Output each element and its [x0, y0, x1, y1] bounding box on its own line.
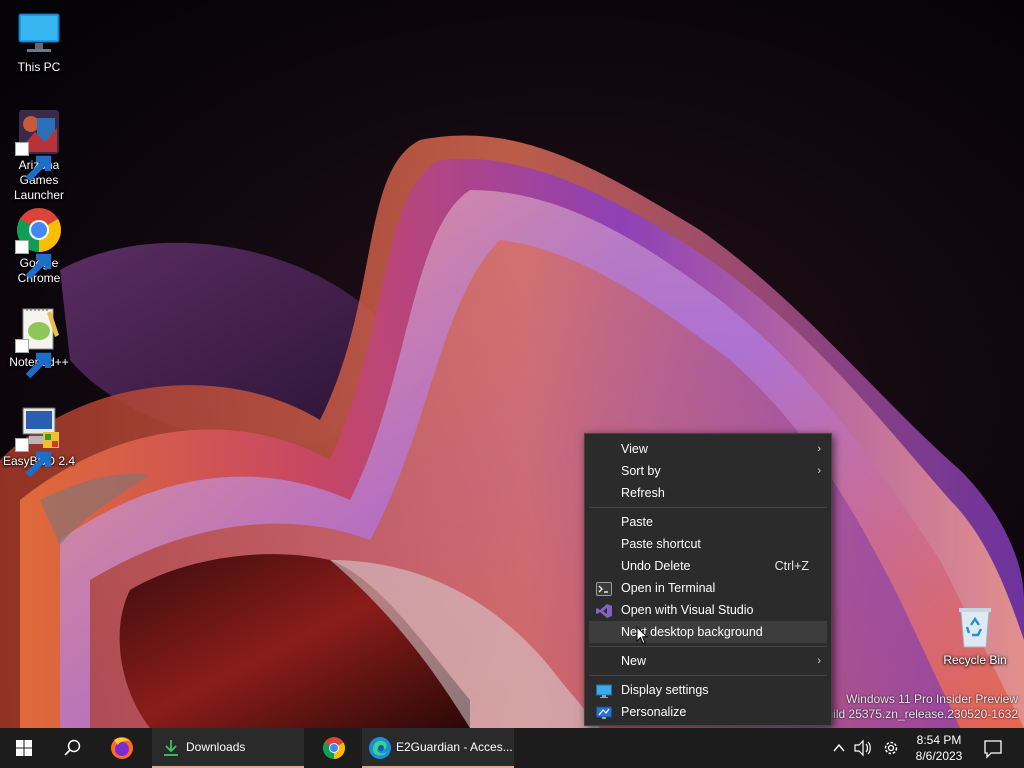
shortcut-arrow-icon [15, 142, 52, 182]
menu-item-label: Undo Delete [621, 559, 691, 573]
watermark-build: Build 25375.zn_release.230520-1632 [818, 707, 1019, 721]
windows-watermark: Windows 11 Pro Insider Preview Build 253… [819, 692, 1019, 722]
chrome-icon [323, 737, 345, 759]
downloads-folder-icon [164, 740, 178, 756]
menu-item-label: Sort by [621, 464, 661, 478]
notepad-icon [15, 305, 63, 379]
display-icon [596, 683, 612, 698]
desktop-wallpaper [0, 0, 1024, 728]
clock-date: 8/6/2023 [915, 749, 963, 763]
menu-item-label: Paste shortcut [621, 537, 701, 551]
game-launcher-icon [15, 108, 63, 182]
menu-item-undo-delete[interactable]: Undo Delete Ctrl+Z [589, 555, 827, 577]
firefox-icon [111, 737, 133, 759]
menu-item-paste-shortcut[interactable]: Paste shortcut [589, 533, 827, 555]
desktop-icon-this-pc[interactable]: This PC [1, 10, 77, 75]
menu-item-label: Personalize [621, 705, 687, 719]
chevron-right-icon: › [817, 465, 821, 477]
clock-time: 8:54 PM [916, 733, 962, 747]
desktop-icon-label: This PC [17, 60, 61, 74]
taskbar-chrome-button[interactable] [310, 728, 358, 768]
show-hidden-icons-button[interactable] [828, 728, 850, 768]
desktop-icon-notepad-plus-plus[interactable]: Notepad++ [1, 305, 77, 379]
desktop-icon-arizona-games-launcher[interactable]: Arizona Games Launcher [1, 108, 77, 203]
chevron-right-icon: › [817, 655, 821, 667]
menu-item-label: New [621, 654, 647, 668]
windows-logo-icon [16, 740, 32, 756]
menu-item-paste[interactable]: Paste [589, 511, 827, 533]
menu-item-label: View [621, 442, 648, 456]
start-button[interactable] [0, 728, 48, 768]
chrome-icon [15, 206, 63, 280]
desktop-icon-recycle-bin[interactable]: Recycle Bin [937, 603, 1013, 668]
desktop-context-menu: View › Sort by › Refresh Paste Paste sho… [584, 433, 832, 726]
terminal-icon [596, 581, 612, 596]
volume-button[interactable] [851, 728, 875, 768]
menu-item-next-desktop-background[interactable]: Next desktop background [589, 621, 827, 643]
menu-item-shortcut: Ctrl+Z [774, 559, 809, 573]
taskbar-app-title: E2Guardian - Acces... [396, 740, 512, 754]
menu-item-refresh[interactable]: Refresh [589, 482, 827, 504]
menu-separator [589, 675, 827, 676]
shortcut-arrow-icon [15, 339, 52, 379]
menu-item-label: Display settings [621, 683, 709, 697]
menu-item-open-with-visual-studio[interactable]: Open with Visual Studio [589, 599, 827, 621]
taskbar-downloads-button[interactable]: Downloads [152, 728, 304, 768]
menu-item-new[interactable]: New › [589, 650, 827, 672]
desktop-icon-label: Recycle Bin [943, 653, 1007, 667]
system-clock[interactable]: 8:54 PM 8/6/2023 [906, 732, 972, 764]
menu-item-display-settings[interactable]: Display settings [589, 679, 827, 701]
shortcut-arrow-icon [15, 438, 52, 478]
menu-item-personalize[interactable]: Personalize [589, 701, 827, 723]
shortcut-arrow-icon [15, 240, 52, 280]
settings-button[interactable] [878, 728, 904, 768]
taskbar-firefox-button[interactable] [98, 728, 146, 768]
mouse-cursor-icon [636, 626, 648, 645]
chevron-up-icon [833, 743, 845, 752]
easybcd-icon [15, 404, 63, 478]
menu-item-open-in-terminal[interactable]: Open in Terminal [589, 577, 827, 599]
chevron-right-icon: › [817, 443, 821, 455]
notification-icon [984, 740, 1002, 759]
menu-item-sort-by[interactable]: Sort by › [589, 460, 827, 482]
menu-separator [589, 646, 827, 647]
gear-icon [884, 741, 898, 755]
menu-item-label: Open with Visual Studio [621, 603, 754, 617]
personalize-icon [596, 705, 612, 719]
taskbar-edge-button[interactable]: E2Guardian - Acces... [362, 728, 514, 768]
desktop-icon-easybcd[interactable]: EasyBCD 2.4 [1, 404, 77, 478]
speaker-icon [854, 739, 871, 757]
taskbar: Downloads E2Guardian - Acces... 8:54 PM … [0, 728, 1024, 768]
visual-studio-icon [596, 603, 612, 618]
edge-icon [369, 737, 391, 759]
watermark-edition: Windows 11 Pro Insider Preview [846, 692, 1018, 706]
menu-item-label: Paste [621, 515, 653, 529]
search-icon [64, 739, 81, 756]
desktop-icon-google-chrome[interactable]: Google Chrome [1, 206, 77, 286]
notifications-button[interactable] [976, 728, 1010, 768]
recycle-bin-icon [951, 603, 999, 651]
taskbar-app-title: Downloads [186, 740, 246, 754]
menu-item-label: Refresh [621, 486, 665, 500]
menu-separator [589, 507, 827, 508]
search-button[interactable] [48, 728, 96, 768]
monitor-icon [15, 10, 63, 58]
menu-item-label: Open in Terminal [621, 581, 716, 595]
menu-item-view[interactable]: View › [589, 438, 827, 460]
